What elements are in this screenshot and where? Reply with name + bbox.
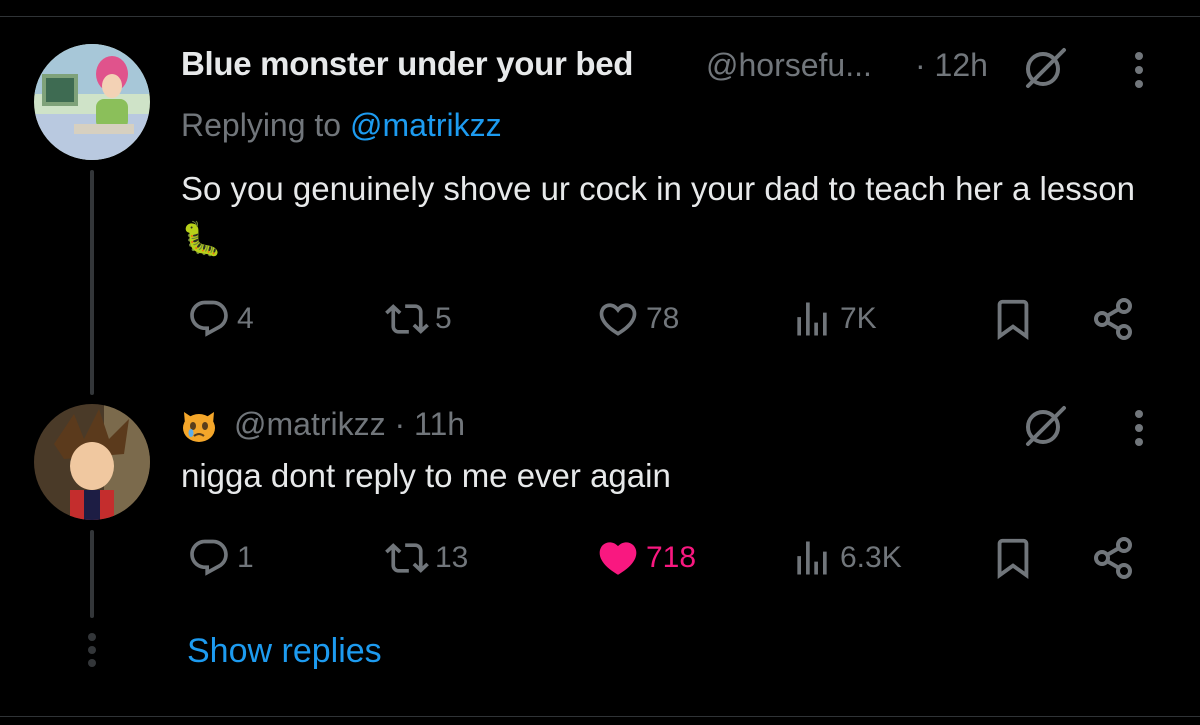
display-name[interactable]: Blue monster under your bed (181, 45, 633, 83)
views-icon (797, 541, 827, 575)
reply-icon (190, 539, 228, 576)
replying-to-link[interactable]: @matrikzz (350, 107, 502, 143)
handle-time[interactable]: @matrikzz · 11h (234, 406, 465, 443)
show-replies-link[interactable]: Show replies (187, 632, 382, 671)
repost-icon (385, 543, 429, 573)
bottom-divider (0, 716, 1200, 717)
like-count: 78 (646, 302, 680, 335)
reply-button[interactable]: 1 (187, 536, 254, 580)
avatar-blue-monster[interactable] (34, 44, 150, 160)
bookmark-icon[interactable] (990, 296, 1036, 347)
views-count: 6.3K (840, 541, 902, 574)
reply-count: 4 (237, 302, 254, 335)
replying-to: Replying to @matrikzz (181, 107, 502, 144)
like-button[interactable]: 718 (596, 536, 696, 580)
reply-button[interactable]: 4 (187, 297, 254, 341)
views-icon (797, 302, 827, 336)
replying-prefix: Replying to (181, 107, 342, 143)
bookmark-icon[interactable] (990, 535, 1036, 586)
tweet-text: nigga dont reply to me ever again (181, 457, 671, 494)
more-icon[interactable] (1132, 50, 1146, 95)
more-icon[interactable] (1132, 408, 1146, 453)
thread-line-2 (90, 530, 94, 618)
timestamp[interactable]: · 12h (915, 47, 988, 84)
share-icon[interactable] (1090, 294, 1140, 349)
avatar-matrikzz[interactable] (34, 404, 150, 520)
repost-count: 13 (435, 541, 469, 574)
tweet-text: So you genuinely shove ur cock in your d… (181, 170, 1135, 257)
grok-icon[interactable] (1020, 44, 1070, 97)
reply-count: 1 (237, 541, 254, 574)
repost-icon (385, 304, 429, 334)
crying-cat-emoji-icon (181, 408, 217, 444)
views-count: 7K (840, 302, 877, 335)
views-button[interactable]: 6.3K (790, 536, 902, 580)
like-button[interactable]: 78 (596, 297, 679, 341)
views-button[interactable]: 7K (790, 297, 877, 341)
top-divider (0, 16, 1200, 17)
like-filled-icon (599, 542, 637, 575)
repost-button[interactable]: 5 (385, 297, 452, 341)
handle[interactable]: @horsefu... (706, 47, 872, 84)
like-count: 718 (646, 541, 697, 574)
grok-icon[interactable] (1020, 402, 1070, 455)
thread-line (90, 170, 94, 395)
share-icon[interactable] (1090, 533, 1140, 588)
like-icon (599, 303, 637, 336)
reply-icon (190, 300, 228, 337)
repost-count: 5 (435, 302, 452, 335)
repost-button[interactable]: 13 (385, 536, 468, 580)
more-replies-dots (87, 632, 97, 673)
